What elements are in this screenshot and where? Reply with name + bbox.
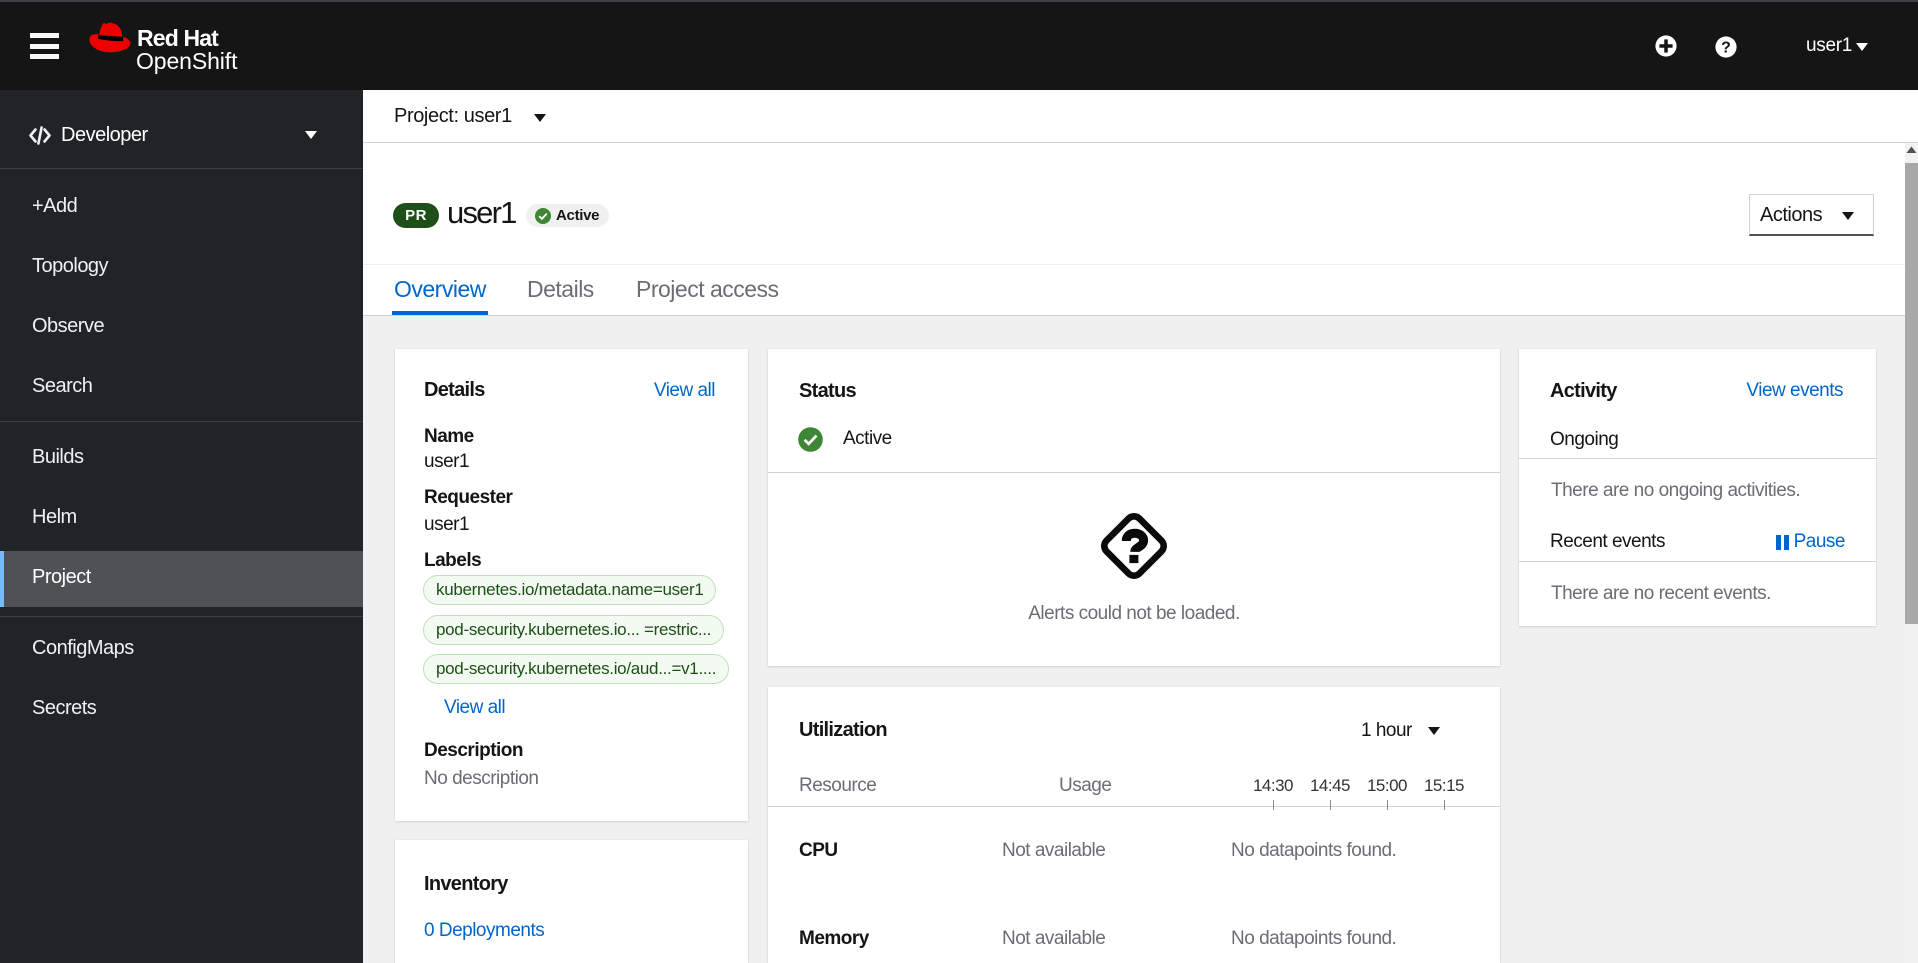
svg-text:?: ? bbox=[1721, 39, 1731, 56]
